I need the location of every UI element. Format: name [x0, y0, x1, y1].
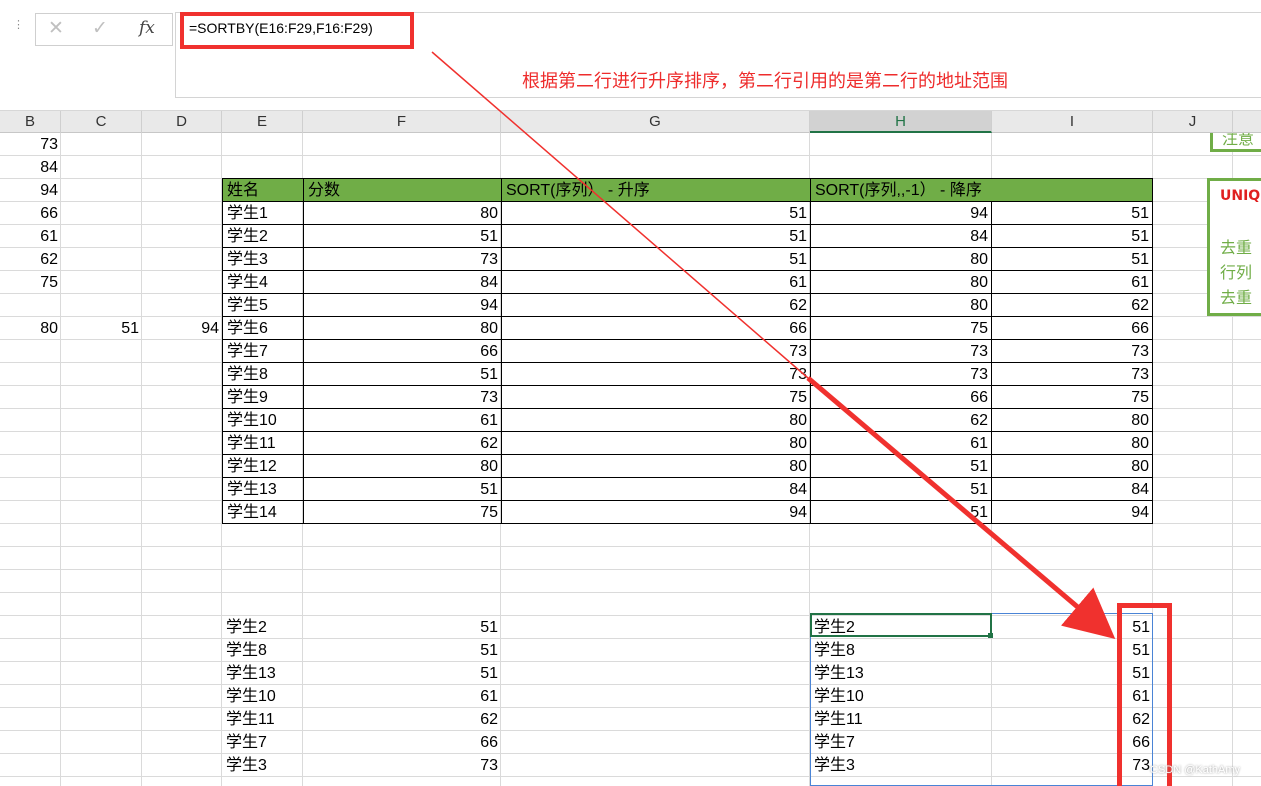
arrow-thick-segment	[806, 376, 1116, 639]
watermark: CSDN @KathAmy	[1150, 764, 1241, 776]
annotation-arrow	[431, 51, 1116, 639]
arrow-thin-segment	[431, 51, 809, 379]
